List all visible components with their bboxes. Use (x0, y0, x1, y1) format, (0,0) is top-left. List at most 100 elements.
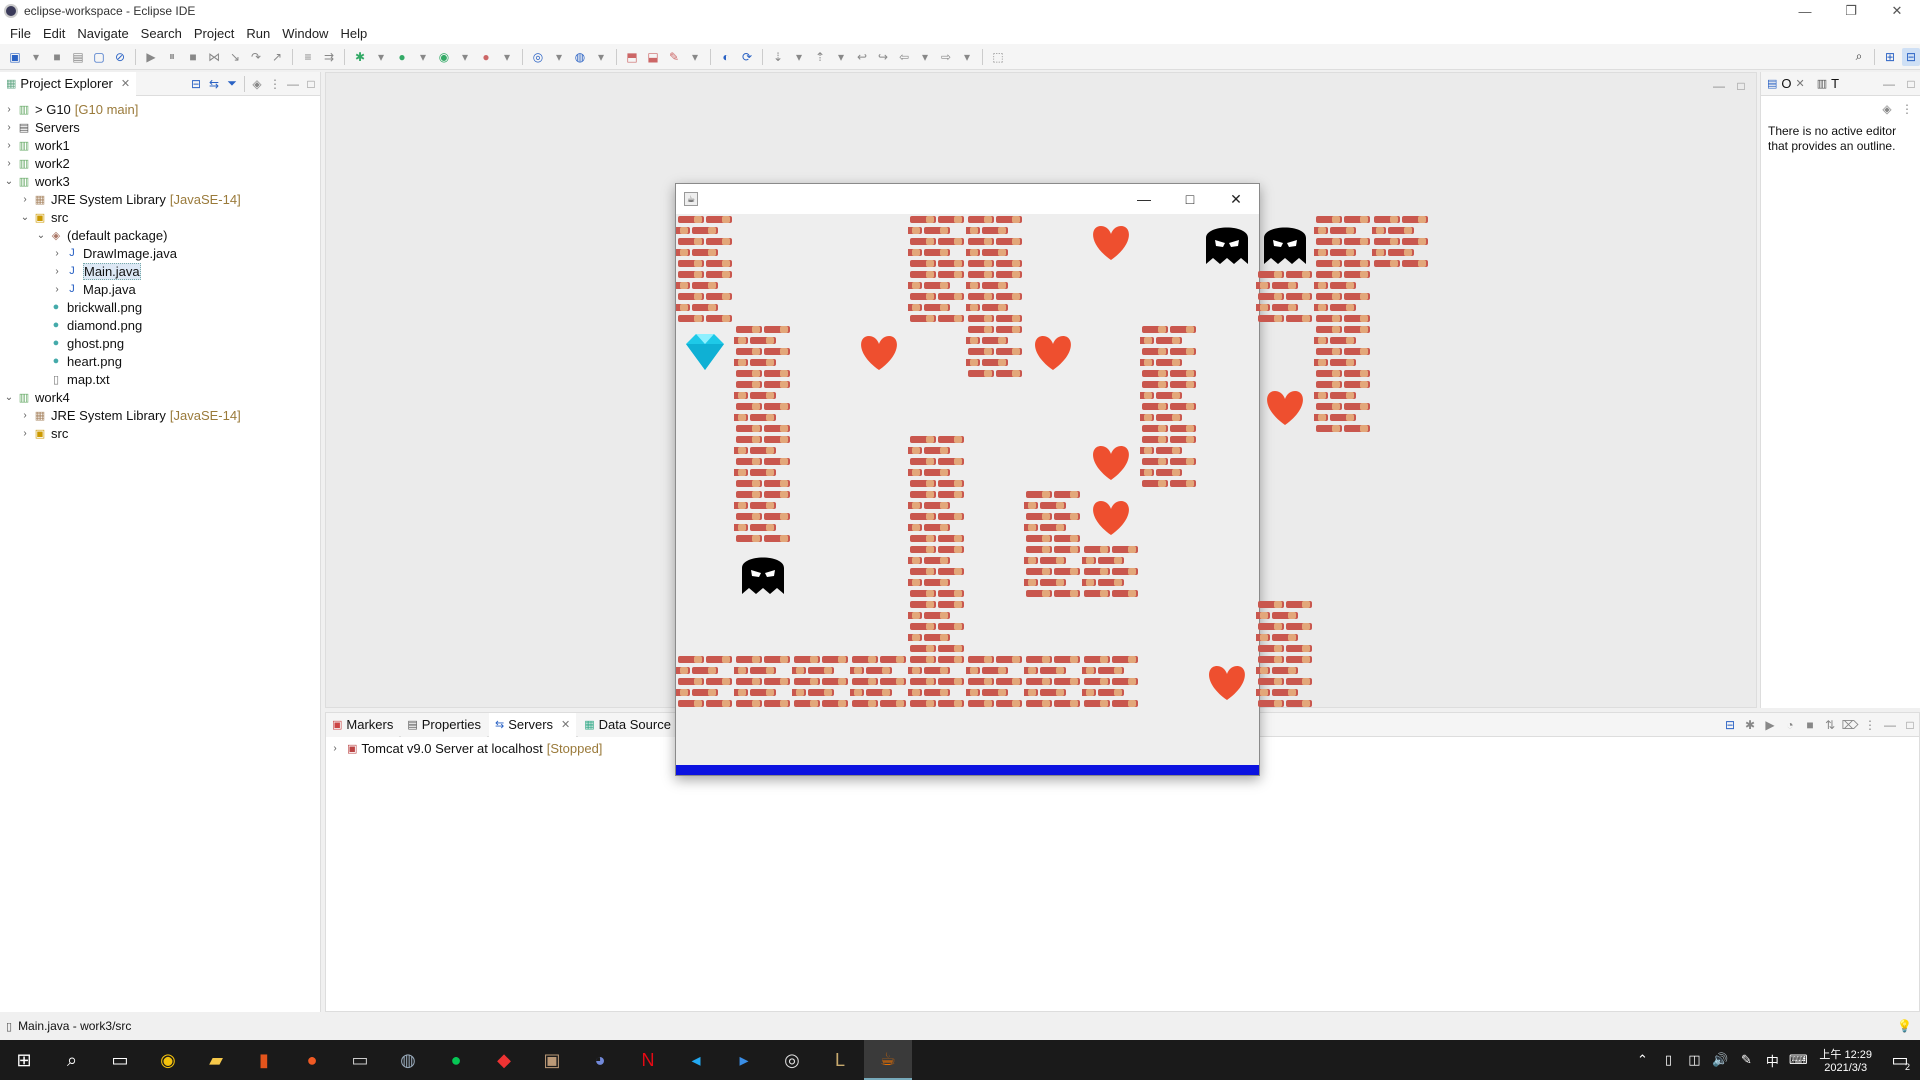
step-return-icon[interactable]: ↗ (268, 48, 286, 66)
open-task-icon[interactable]: ⬓ (644, 48, 662, 66)
tree-item[interactable]: ● diamond.png (36, 316, 143, 334)
keyboard-icon[interactable]: ⌨ (1785, 1040, 1811, 1080)
suspend-icon[interactable]: ⏸ (163, 48, 181, 66)
forward-icon[interactable]: ⇨ (937, 48, 955, 66)
chevron-down-icon[interactable]: ⌄ (4, 392, 14, 403)
publish-icon[interactable]: ⇅ (1821, 716, 1839, 734)
link-with-editor-icon[interactable]: ⇆ (205, 75, 223, 93)
filter-icon[interactable]: ⏷ (223, 75, 241, 93)
tip-icon[interactable]: 💡 (1897, 1019, 1912, 1033)
step-over-icon[interactable]: ↷ (247, 48, 265, 66)
open-type-icon[interactable]: ⬒ (623, 48, 641, 66)
outline-toolbar-icon[interactable]: ◈ (1878, 100, 1896, 118)
chevron-down-icon[interactable]: ⌄ (20, 212, 30, 223)
vscode-icon[interactable]: ◂ (672, 1040, 720, 1080)
view-menu-icon[interactable]: ⋮ (266, 75, 284, 93)
tab-markers[interactable]: ▣ Markers (326, 712, 400, 737)
external-tools-icon[interactable]: ● (477, 48, 495, 66)
tree-item[interactable]: › ▥ > G10 [G10 main] (4, 100, 138, 118)
tree-item[interactable]: ⌄ ▣ src (20, 208, 69, 226)
search-dropdown-icon[interactable]: ▾ (686, 48, 704, 66)
minimize-view-icon[interactable]: — (1881, 716, 1899, 734)
game-launcher-icon[interactable]: ▣ (528, 1040, 576, 1080)
tree-item[interactable]: › ▦ JRE System Library [JavaSE-14] (20, 406, 240, 424)
network-icon[interactable]: ◫ (1681, 1040, 1707, 1080)
chevron-right-icon[interactable]: › (4, 158, 14, 169)
tree-item[interactable]: ⌄ ▥ work3 (4, 172, 70, 190)
file-explorer-icon[interactable]: ▰ (192, 1040, 240, 1080)
tab-data-source[interactable]: ▦ Data Source (578, 712, 677, 737)
pin-editor-icon[interactable]: ⬚ (989, 48, 1007, 66)
run-dropdown-icon[interactable]: ▾ (414, 48, 432, 66)
chevron-right-icon[interactable]: › (330, 743, 340, 754)
eclipse-taskbar-icon[interactable]: ◎ (768, 1040, 816, 1080)
skip-breakpoints-icon[interactable]: ⊘ (111, 48, 129, 66)
chevron-right-icon[interactable]: › (52, 248, 62, 259)
chevron-right-icon[interactable]: › (4, 104, 14, 115)
maximize-view-icon[interactable]: □ (1901, 716, 1919, 734)
dropdown-icon[interactable]: ▾ (27, 48, 45, 66)
close-icon[interactable]: ✕ (561, 718, 570, 731)
last-edit-icon[interactable]: ↩ (853, 48, 871, 66)
save-icon[interactable]: ■ (48, 48, 66, 66)
menu-help[interactable]: Help (334, 26, 373, 41)
forward-edit-icon[interactable]: ↪ (874, 48, 892, 66)
minimize-editor-icon[interactable]: — (1710, 77, 1728, 95)
collapse-all-icon[interactable]: ⊟ (187, 75, 205, 93)
coverage-dropdown-icon[interactable]: ▾ (456, 48, 474, 66)
chrome-icon[interactable]: ◉ (144, 1040, 192, 1080)
view-menu-icon[interactable]: ⋮ (1898, 100, 1916, 118)
java-app-icon[interactable]: ☕ (864, 1040, 912, 1080)
tree-item[interactable]: › ▥ work2 (4, 154, 69, 172)
resume-icon[interactable]: ▶ (142, 48, 160, 66)
tab-servers[interactable]: ⇆ Servers ✕ (489, 712, 577, 737)
clock[interactable]: 上午 12:29 2021/3/3 (1819, 1046, 1872, 1074)
prev-dropdown-icon[interactable]: ▾ (832, 48, 850, 66)
clean-icon[interactable]: ⌦ (1841, 716, 1859, 734)
menu-project[interactable]: Project (188, 26, 240, 41)
back-dropdown-icon[interactable]: ▾ (916, 48, 934, 66)
menu-file[interactable]: File (4, 26, 37, 41)
maximize-view-icon[interactable]: □ (1902, 75, 1920, 93)
external-tools-dropdown-icon[interactable]: ▾ (498, 48, 516, 66)
tree-item[interactable]: › J DrawImage.java (52, 244, 177, 262)
server-row[interactable]: › ▣ Tomcat v9.0 Server at localhost [Sto… (330, 741, 602, 756)
tree-item[interactable]: › ▦ JRE System Library [JavaSE-14] (20, 190, 240, 208)
view-menu-icon[interactable]: ⋮ (1861, 716, 1879, 734)
next-dropdown-icon[interactable]: ▾ (790, 48, 808, 66)
ime-indicator[interactable]: 中 (1759, 1040, 1785, 1080)
synchronize-icon[interactable]: ⟳ (738, 48, 756, 66)
garena-icon[interactable]: ◆ (480, 1040, 528, 1080)
close-button[interactable]: ✕ (1213, 184, 1259, 214)
restore-button[interactable]: ❐ (1828, 0, 1874, 22)
new-class-icon[interactable]: ◍ (571, 48, 589, 66)
terminate-icon[interactable]: ■ (184, 48, 202, 66)
task-view-icon[interactable]: ▭ (96, 1040, 144, 1080)
chevron-down-icon[interactable]: ⌄ (4, 176, 14, 187)
office-icon[interactable]: ▮ (240, 1040, 288, 1080)
league-icon[interactable]: L (816, 1040, 864, 1080)
java-perspective-icon[interactable]: ⊟ (1902, 47, 1920, 66)
chevron-right-icon[interactable]: › (4, 122, 14, 133)
line-icon[interactable]: ● (432, 1040, 480, 1080)
menu-edit[interactable]: Edit (37, 26, 71, 41)
chevron-right-icon[interactable]: › (52, 284, 62, 295)
tree-item[interactable]: › J Main.java (52, 262, 141, 280)
run-icon[interactable]: ● (393, 48, 411, 66)
minimize-button[interactable]: — (1782, 0, 1828, 22)
minimize-button[interactable]: — (1121, 184, 1167, 214)
maximize-button[interactable]: □ (1167, 184, 1213, 214)
maximize-view-icon[interactable]: □ (302, 75, 320, 93)
close-icon[interactable]: ✕ (1796, 77, 1805, 90)
powershell-icon[interactable]: ▸ (720, 1040, 768, 1080)
brave-icon[interactable]: ● (288, 1040, 336, 1080)
profile-server-icon[interactable]: ◔ (1781, 716, 1799, 734)
forward-dropdown-icon[interactable]: ▾ (958, 48, 976, 66)
minimize-view-icon[interactable]: — (1880, 75, 1898, 93)
tab-project-explorer[interactable]: ▦ Project Explorer ✕ (0, 71, 137, 96)
battery-icon[interactable]: ▯ (1655, 1040, 1681, 1080)
menu-navigate[interactable]: Navigate (71, 26, 134, 41)
tree-item[interactable]: › J Map.java (52, 280, 135, 298)
web-browser-icon[interactable]: ◐ (717, 48, 735, 66)
save-all-icon[interactable]: ▤ (69, 48, 87, 66)
